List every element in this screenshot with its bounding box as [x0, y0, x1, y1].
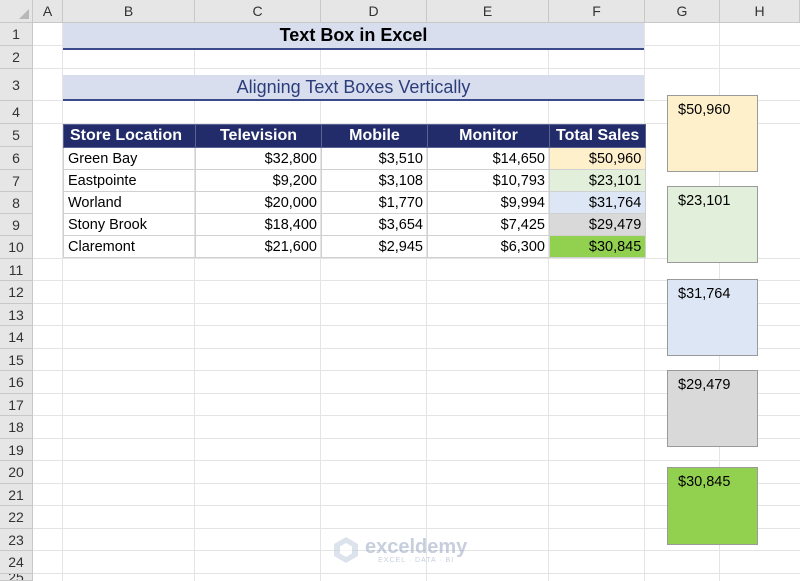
cell-total-sales[interactable]: $31,764: [548, 191, 647, 214]
column-header-d[interactable]: D: [321, 0, 427, 23]
column-header-f[interactable]: F: [549, 0, 645, 23]
cell-total-sales[interactable]: $23,101: [548, 169, 647, 192]
column-header-b[interactable]: B: [63, 0, 195, 23]
row-header-17[interactable]: 17: [0, 394, 33, 416]
cell-mobile[interactable]: $2,945: [321, 235, 428, 258]
row-header-7[interactable]: 7: [0, 170, 33, 192]
row-header-8[interactable]: 8: [0, 192, 33, 214]
row-header-10[interactable]: 10: [0, 236, 33, 259]
row-header-3[interactable]: 3: [0, 69, 33, 101]
cell-total-sales[interactable]: $30,845: [548, 235, 647, 258]
exceldemy-logo-icon: [334, 537, 358, 563]
row-header-18[interactable]: 18: [0, 416, 33, 439]
row-header-14[interactable]: 14: [0, 326, 33, 349]
cell-store[interactable]: Green Bay: [63, 147, 196, 170]
header-total-sales[interactable]: Total Sales: [548, 124, 647, 148]
row-header-22[interactable]: 22: [0, 506, 33, 529]
cell-mobile[interactable]: $3,510: [321, 147, 428, 170]
row-header-19[interactable]: 19: [0, 439, 33, 461]
table-header-row: Store Location Television Mobile Monitor…: [63, 124, 647, 148]
gridline: [194, 23, 195, 581]
cell-monitor[interactable]: $14,650: [427, 147, 550, 170]
cell-mobile[interactable]: $3,108: [321, 169, 428, 192]
cell-monitor[interactable]: $9,994: [427, 191, 550, 214]
cell-mobile[interactable]: $1,770: [321, 191, 428, 214]
row-header-4[interactable]: 4: [0, 101, 33, 124]
select-all-corner[interactable]: [0, 0, 33, 23]
text-box[interactable]: $23,101: [667, 186, 758, 263]
header-monitor[interactable]: Monitor: [427, 124, 550, 148]
gridline: [548, 23, 549, 581]
table-row: Claremont $21,600 $2,945 $6,300 $30,845: [63, 235, 647, 258]
column-header-h[interactable]: H: [720, 0, 800, 23]
cell-total-sales[interactable]: $50,960: [548, 147, 647, 170]
row-header-9[interactable]: 9: [0, 214, 33, 236]
header-mobile[interactable]: Mobile: [321, 124, 428, 148]
text-box[interactable]: $31,764: [667, 279, 758, 356]
watermark-tagline: EXCEL · DATA · BI: [378, 556, 455, 564]
cell-television[interactable]: $21,600: [195, 235, 322, 258]
column-header-c[interactable]: C: [195, 0, 321, 23]
sheet-title[interactable]: Text Box in Excel: [63, 23, 644, 50]
cell-television[interactable]: $20,000: [195, 191, 322, 214]
table-row: Eastpointe $9,200 $3,108 $10,793 $23,101: [63, 169, 647, 192]
table-row: Green Bay $32,800 $3,510 $14,650 $50,960: [63, 147, 647, 170]
cell-monitor[interactable]: $6,300: [427, 235, 550, 258]
gridline: [33, 573, 800, 574]
header-store-location[interactable]: Store Location: [63, 124, 196, 148]
gridline: [33, 460, 800, 461]
gridline: [62, 23, 63, 581]
cell-store[interactable]: Eastpointe: [63, 169, 196, 192]
text-box[interactable]: $29,479: [667, 370, 758, 447]
text-box[interactable]: $30,845: [667, 467, 758, 545]
watermark-name: exceldemy: [365, 535, 468, 558]
row-header-25[interactable]: 25: [0, 574, 33, 581]
table-row: Worland $20,000 $1,770 $9,994 $31,764: [63, 191, 647, 214]
sheet-subtitle[interactable]: Aligning Text Boxes Vertically: [63, 75, 644, 101]
select-all-icon: [19, 9, 29, 19]
cell-store[interactable]: Stony Brook: [63, 213, 196, 236]
cell-store[interactable]: Claremont: [63, 235, 196, 258]
gridline: [33, 68, 800, 69]
gridline: [426, 23, 427, 581]
row-header-16[interactable]: 16: [0, 371, 33, 394]
sales-table: Store Location Television Mobile Monitor…: [63, 124, 647, 258]
column-header-e[interactable]: E: [427, 0, 549, 23]
row-header-11[interactable]: 11: [0, 259, 33, 281]
cell-store[interactable]: Worland: [63, 191, 196, 214]
cell-mobile[interactable]: $3,654: [321, 213, 428, 236]
text-box[interactable]: $50,960: [667, 95, 758, 172]
row-header-23[interactable]: 23: [0, 529, 33, 551]
spreadsheet: A B C D E F G H 1 2 3 4 5 6 7 8 9 10 11 …: [0, 0, 800, 581]
row-header-2[interactable]: 2: [0, 46, 33, 69]
gridline: [644, 23, 645, 581]
row-header-1[interactable]: 1: [0, 23, 33, 46]
exceldemy-watermark: exceldemy EXCEL · DATA · BI: [333, 536, 467, 564]
row-header-5[interactable]: 5: [0, 124, 33, 147]
header-television[interactable]: Television: [195, 124, 322, 148]
row-header-6[interactable]: 6: [0, 147, 33, 170]
table-row: Stony Brook $18,400 $3,654 $7,425 $29,47…: [63, 213, 647, 236]
cell-television[interactable]: $18,400: [195, 213, 322, 236]
row-header-15[interactable]: 15: [0, 349, 33, 371]
cell-television[interactable]: $32,800: [195, 147, 322, 170]
column-header-a[interactable]: A: [33, 0, 63, 23]
cell-monitor[interactable]: $7,425: [427, 213, 550, 236]
column-header-g[interactable]: G: [645, 0, 720, 23]
cell-television[interactable]: $9,200: [195, 169, 322, 192]
row-header-13[interactable]: 13: [0, 304, 33, 326]
row-header-21[interactable]: 21: [0, 484, 33, 506]
gridline: [320, 23, 321, 581]
row-header-24[interactable]: 24: [0, 551, 33, 574]
row-header-12[interactable]: 12: [0, 281, 33, 304]
row-header-20[interactable]: 20: [0, 461, 33, 484]
cell-monitor[interactable]: $10,793: [427, 169, 550, 192]
cell-total-sales[interactable]: $29,479: [548, 213, 647, 236]
